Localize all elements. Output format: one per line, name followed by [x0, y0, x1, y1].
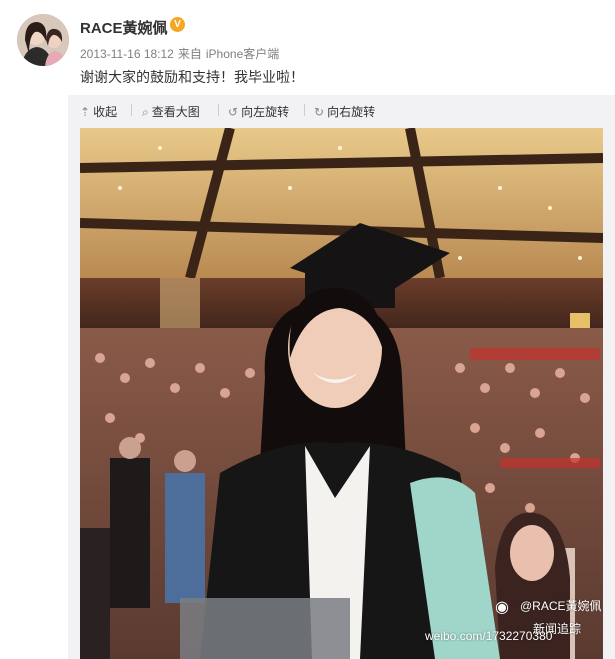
toolbar-divider — [304, 104, 305, 116]
rotate-right-label: 向右旋转 — [327, 105, 376, 119]
rotate-right-icon: ↻ — [314, 105, 325, 119]
collapse-label: 收起 — [93, 105, 118, 119]
graduation-photo — [80, 128, 603, 659]
avatar-image — [17, 14, 69, 66]
media-card: ⇡ 收起 ⌕ 查看大图 ↺ 向左旋转 ↻ 向右旋转 — [68, 95, 615, 659]
rotate-left-button[interactable]: ↺ 向左旋转 — [228, 103, 289, 120]
arrow-up-icon: ⇡ — [80, 105, 91, 119]
rotate-left-icon: ↺ — [228, 105, 239, 119]
rotate-right-button[interactable]: ↻ 向右旋转 — [314, 103, 375, 120]
watermark-url: weibo.com/1732270380 — [425, 629, 553, 643]
source-prefix: 来自 — [177, 47, 202, 61]
rotate-left-label: 向左旋转 — [241, 105, 290, 119]
avatar[interactable] — [17, 14, 69, 66]
post-photo[interactable] — [80, 128, 603, 659]
watermark-name: @RACE黃婉佩 — [520, 599, 602, 613]
post-text: 谢谢大家的鼓励和支持！我毕业啦！ — [80, 69, 304, 85]
weibo-logo-icon: ◉ — [495, 599, 509, 616]
post-timestamp[interactable]: 2013-11-16 18:12 — [80, 47, 174, 61]
toolbar-divider — [131, 104, 132, 116]
post-meta: 2013-11-16 18:12 来自 iPhone客户端 — [80, 45, 283, 62]
collapse-button[interactable]: ⇡ 收起 — [80, 103, 117, 120]
source-client[interactable]: iPhone客户端 — [206, 47, 279, 61]
view-large-label: 查看大图 — [151, 105, 200, 119]
view-large-button[interactable]: ⌕ 查看大图 — [142, 103, 200, 120]
zoom-icon: ⌕ — [142, 105, 149, 119]
toolbar-divider — [218, 104, 219, 116]
post-header: RACE黃婉佩 V 2013-11-16 18:12 来自 iPhone客户端 谢谢… — [0, 0, 615, 95]
media-toolbar: ⇡ 收起 ⌕ 查看大图 ↺ 向左旋转 ↻ 向右旋转 — [68, 95, 615, 128]
username-link[interactable]: RACE黃婉佩 — [80, 17, 168, 38]
verified-badge-icon: V — [170, 17, 185, 32]
